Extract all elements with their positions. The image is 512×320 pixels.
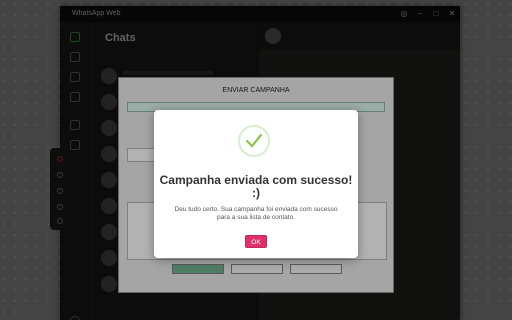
modal-title: Campanha enviada com sucesso! :)	[159, 173, 353, 200]
modal-message: Deu tudo certo. Sua campanha foi enviada…	[174, 206, 338, 221]
success-check-icon	[238, 125, 270, 157]
ok-button[interactable]: OK	[245, 235, 267, 248]
success-modal: Campanha enviada com sucesso! :) Deu tud…	[154, 110, 358, 258]
